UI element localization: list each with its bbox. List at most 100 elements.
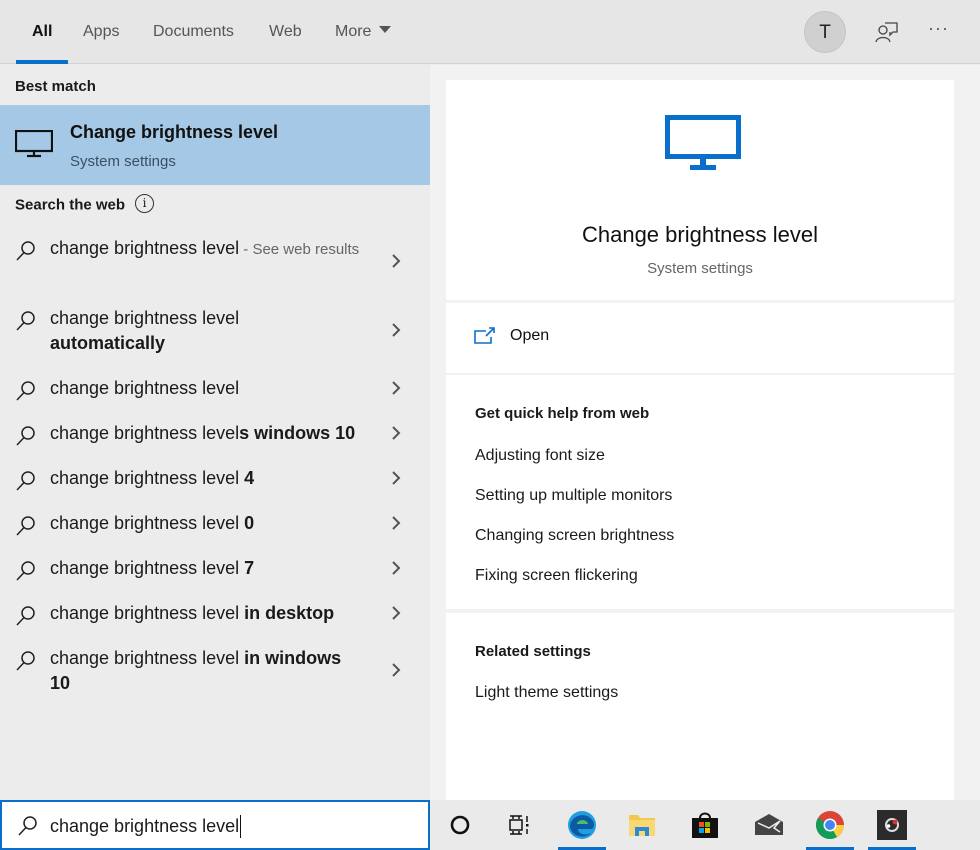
chevron-right-icon <box>392 426 401 440</box>
search-the-web-label: Search the web <box>15 196 126 214</box>
search-icon <box>16 241 35 261</box>
tab-web[interactable]: Web <box>269 0 302 64</box>
web-result-item[interactable]: change brightness level in desktop <box>0 601 430 631</box>
tab-more[interactable]: More <box>335 0 392 64</box>
obs-icon <box>877 810 907 840</box>
preview-hero-card: Change brightness level System settings <box>446 80 954 300</box>
taskbar-cortana[interactable] <box>430 800 490 850</box>
caret-down-icon <box>379 26 392 34</box>
file-explorer-icon <box>629 815 655 836</box>
web-result-item[interactable]: change brightness level - See web result… <box>0 236 430 291</box>
web-result-item[interactable]: change brightness level <box>0 376 430 406</box>
result-text: change brightness level <box>50 238 240 258</box>
help-link[interactable]: Adjusting font size <box>475 447 605 465</box>
help-link[interactable]: Fixing screen flickering <box>475 567 638 585</box>
help-link[interactable]: Changing screen brightness <box>475 527 674 545</box>
search-icon <box>16 426 35 446</box>
result-hint: - See web results <box>239 241 360 258</box>
search-icon <box>18 816 37 836</box>
chevron-right-icon <box>392 254 401 268</box>
monitor-icon <box>15 130 53 158</box>
preview-pane: Change brightness level System settings … <box>430 65 980 800</box>
web-result-item[interactable]: change brightness levels windows 10 <box>0 421 430 451</box>
search-icon <box>16 561 35 581</box>
microsoft-store-icon <box>692 812 718 838</box>
taskbar-store[interactable] <box>675 800 735 850</box>
quick-help-card: Get quick help from web Adjusting font s… <box>446 375 954 609</box>
web-result-item[interactable]: change brightness level in windows 10 <box>0 646 430 701</box>
related-link[interactable]: Light theme settings <box>475 684 618 702</box>
result-bold-suffix: s windows 10 <box>239 423 356 443</box>
result-text: change brightness level <box>50 423 240 443</box>
preview-title: Change brightness level <box>581 222 819 247</box>
result-text: change brightness level <box>50 468 240 488</box>
help-link[interactable]: Setting up multiple monitors <box>475 487 672 505</box>
result-bold-suffix: automatically <box>50 333 166 353</box>
taskbar-file-explorer[interactable] <box>612 800 672 850</box>
avatar[interactable]: T <box>804 11 846 53</box>
search-icon <box>16 651 35 671</box>
taskbar-chrome[interactable] <box>800 800 860 850</box>
best-match-subtitle: System settings <box>70 153 176 170</box>
search-icon <box>16 606 35 626</box>
web-result-item[interactable]: change brightness level automatically <box>0 306 430 358</box>
tab-more-label: More <box>335 23 372 40</box>
result-bold-suffix: 7 <box>239 558 255 578</box>
quick-help-heading: Get quick help from web <box>475 405 650 422</box>
result-text: change brightness level <box>50 308 240 328</box>
result-text: change brightness level <box>50 603 240 623</box>
chevron-right-icon <box>392 561 401 575</box>
best-match-item[interactable]: Change brightness level System settings <box>0 105 430 185</box>
search-filter-bar: All Apps Documents Web More T ··· <box>0 0 980 64</box>
tab-documents[interactable]: Documents <box>153 0 234 64</box>
search-icon <box>16 311 35 331</box>
web-result-item[interactable]: change brightness level 7 <box>0 556 430 586</box>
search-input[interactable] <box>50 810 420 842</box>
chevron-right-icon <box>392 471 401 485</box>
taskbar <box>430 800 980 850</box>
chevron-right-icon <box>392 381 401 395</box>
more-options-icon[interactable]: ··· <box>928 18 949 39</box>
web-result-item[interactable]: change brightness level 0 <box>0 511 430 541</box>
taskbar-mail[interactable] <box>739 800 799 850</box>
chevron-right-icon <box>392 323 401 337</box>
chrome-icon <box>816 811 844 839</box>
chevron-right-icon <box>392 606 401 620</box>
open-label: Open <box>510 327 550 344</box>
monitor-icon <box>665 115 741 170</box>
result-bold-suffix: 4 <box>239 468 255 488</box>
chevron-right-icon <box>392 516 401 530</box>
result-bold-suffix: 0 <box>239 513 255 533</box>
result-bold-suffix: in desktop <box>239 603 335 623</box>
related-settings-heading: Related settings <box>475 643 591 660</box>
result-text: change brightness level <box>50 378 240 398</box>
result-text: change brightness level <box>50 558 240 578</box>
search-icon <box>16 471 35 491</box>
chevron-right-icon <box>392 663 401 677</box>
result-text: change brightness level <box>50 513 240 533</box>
search-box[interactable] <box>0 800 430 850</box>
open-external-icon <box>474 327 495 344</box>
result-text: change brightness level <box>50 648 240 668</box>
tab-all[interactable]: All <box>15 0 70 64</box>
taskbar-task-view[interactable] <box>490 800 550 850</box>
best-match-title: Change brightness level <box>70 122 279 142</box>
taskbar-obs[interactable] <box>862 800 922 850</box>
search-the-web-heading: Search the web i <box>15 194 155 215</box>
web-result-item[interactable]: change brightness level 4 <box>0 466 430 496</box>
tab-apps[interactable]: Apps <box>83 0 119 64</box>
best-match-heading: Best match <box>15 78 96 95</box>
edge-icon <box>568 811 596 839</box>
cortana-icon <box>450 815 470 835</box>
preview-subtitle: System settings <box>647 260 753 277</box>
task-view-icon <box>509 815 529 835</box>
search-icon <box>16 381 35 401</box>
taskbar-edge[interactable] <box>552 800 612 850</box>
results-pane: Best match Change brightness level Syste… <box>0 65 430 800</box>
related-settings-card: Related settings Light theme settings <box>446 613 954 800</box>
mail-icon <box>755 814 783 835</box>
feedback-person-icon[interactable] <box>874 20 900 46</box>
info-icon[interactable]: i <box>135 194 155 213</box>
text-cursor <box>240 815 242 838</box>
actions-card: Open <box>446 303 954 373</box>
